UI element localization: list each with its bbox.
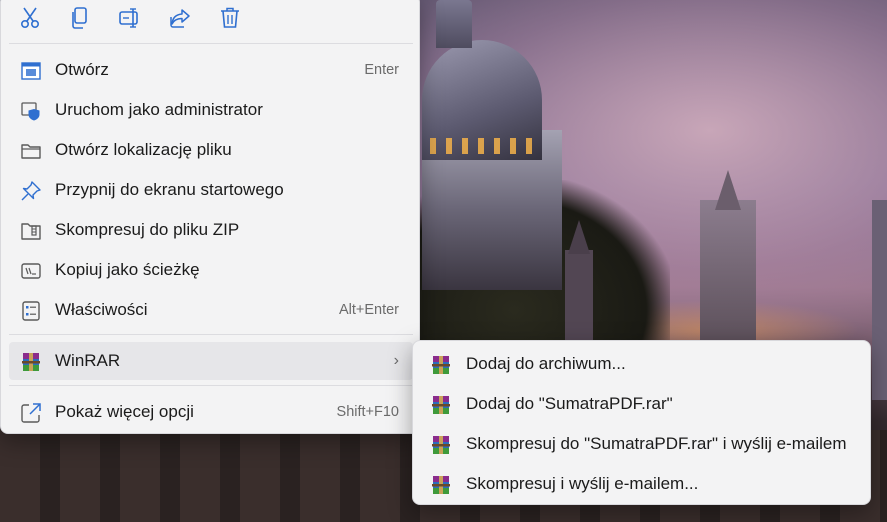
winrar-icon <box>431 475 451 495</box>
shield-icon <box>21 101 41 121</box>
menu-item-label: WinRAR <box>55 351 121 370</box>
folder-icon <box>21 141 41 161</box>
submenu-item-add-to-archive[interactable]: Dodaj do archiwum... <box>417 345 867 383</box>
wallpaper-small-tower <box>565 250 593 340</box>
submenu-item-label: Skompresuj i wyślij e-mailem... <box>466 474 699 493</box>
more-options-icon <box>21 403 41 423</box>
winrar-icon <box>431 435 451 455</box>
submenu-item-label: Skompresuj do "SumatraPDF.rar" i wyślij … <box>466 434 847 453</box>
wallpaper-lights <box>430 138 540 154</box>
menu-item-label: Otwórz lokalizację pliku <box>55 140 232 159</box>
winrar-submenu: Dodaj do archiwum... Dodaj do "SumatraPD… <box>412 340 871 505</box>
share-button[interactable] <box>165 3 195 33</box>
menu-item-properties[interactable]: Właściwości Alt+Enter <box>9 291 413 329</box>
pin-icon <box>21 181 41 201</box>
trash-icon <box>221 7 239 28</box>
context-menu-toolbar <box>1 0 421 43</box>
submenu-item-label: Dodaj do "SumatraPDF.rar" <box>466 394 673 413</box>
open-app-icon <box>21 61 41 81</box>
menu-item-winrar[interactable]: WinRAR › <box>9 342 413 380</box>
winrar-icon <box>431 355 451 375</box>
cut-button[interactable] <box>15 3 45 33</box>
menu-item-label: Kopiuj jako ścieżkę <box>55 260 200 279</box>
rename-button[interactable] <box>115 3 145 33</box>
menu-divider <box>9 385 413 386</box>
submenu-item-add-to-rar[interactable]: Dodaj do "SumatraPDF.rar" <box>417 385 867 423</box>
zip-icon <box>21 221 41 241</box>
menu-item-label: Uruchom jako administrator <box>55 100 263 119</box>
winrar-icon <box>21 352 41 372</box>
properties-icon <box>21 301 41 321</box>
menu-item-run-as-admin[interactable]: Uruchom jako administrator <box>9 91 413 129</box>
context-menu: Otwórz Enter Uruchom jako administrator … <box>0 0 420 434</box>
menu-item-pin-to-start[interactable]: Przypnij do ekranu startowego <box>9 171 413 209</box>
menu-item-label: Skompresuj do pliku ZIP <box>55 220 240 239</box>
winrar-icon <box>431 395 451 415</box>
wallpaper-right-tower <box>872 200 887 400</box>
share-icon <box>170 9 190 28</box>
menu-item-open[interactable]: Otwórz Enter <box>9 51 413 89</box>
wallpaper-cathedral-lantern <box>436 0 472 48</box>
scissors-icon <box>20 7 40 29</box>
copy-button[interactable] <box>65 3 95 33</box>
menu-item-copy-as-path[interactable]: Kopiuj jako ścieżkę <box>9 251 413 289</box>
menu-item-shortcut: Alt+Enter <box>338 302 399 318</box>
menu-divider <box>9 334 413 335</box>
menu-item-compress-zip[interactable]: Skompresuj do pliku ZIP <box>9 211 413 249</box>
copy-path-icon <box>21 261 41 281</box>
copy-icon <box>72 7 87 29</box>
delete-button[interactable] <box>215 3 245 33</box>
submenu-item-compress-to-rar-email[interactable]: Skompresuj do "SumatraPDF.rar" i wyślij … <box>417 425 867 463</box>
rename-icon <box>119 8 138 28</box>
menu-item-shortcut: Shift+F10 <box>336 404 399 420</box>
menu-item-label: Pokaż więcej opcji <box>55 402 194 421</box>
menu-item-label: Właściwości <box>55 300 148 319</box>
menu-item-label: Przypnij do ekranu startowego <box>55 180 284 199</box>
submenu-item-label: Dodaj do archiwum... <box>466 354 626 373</box>
submenu-item-compress-and-email[interactable]: Skompresuj i wyślij e-mailem... <box>417 465 867 503</box>
toolbar-divider <box>9 43 413 44</box>
wallpaper-clock-tower <box>700 200 756 350</box>
chevron-right-icon: › <box>393 352 399 369</box>
menu-item-label: Otwórz <box>55 60 109 79</box>
menu-item-open-file-location[interactable]: Otwórz lokalizację pliku <box>9 131 413 169</box>
menu-item-show-more-options[interactable]: Pokaż więcej opcji Shift+F10 <box>9 393 413 431</box>
menu-item-shortcut: Enter <box>364 62 399 78</box>
